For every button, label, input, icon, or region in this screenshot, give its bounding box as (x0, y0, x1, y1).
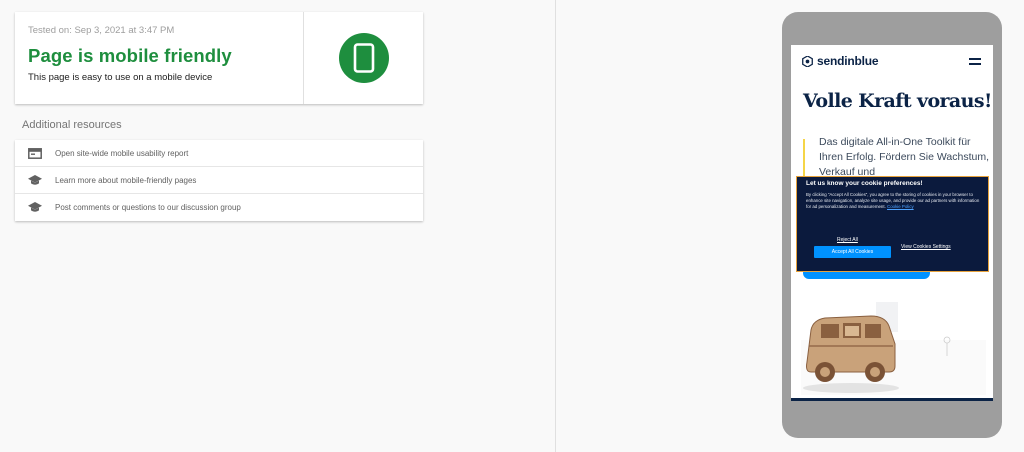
screen-bottom-bar (791, 398, 993, 401)
results-pane: Tested on: Sep 3, 2021 at 3:47 PM Page i… (0, 0, 555, 452)
cookie-banner: Let us know your cookie preferences! By … (796, 176, 989, 272)
additional-resources-heading: Additional resources (22, 119, 122, 131)
site-logo: sendinblue (802, 54, 879, 68)
logo-text: sendinblue (817, 54, 879, 68)
tested-on-timestamp: Tested on: Sep 3, 2021 at 3:47 PM (28, 25, 175, 36)
accept-all-cookies-button[interactable]: Accept All Cookies (814, 246, 891, 258)
result-text: Tested on: Sep 3, 2021 at 3:47 PM Page i… (15, 12, 304, 104)
view-cookie-settings-link[interactable]: View Cookies Settings (901, 244, 951, 250)
resource-item-learn-more[interactable]: Learn more about mobile-friendly pages (15, 167, 423, 194)
report-icon (15, 147, 55, 159)
smartphone-icon (338, 33, 389, 83)
resource-item-label: Post comments or questions to our discus… (55, 203, 241, 212)
hero-accent-line (803, 139, 805, 179)
result-subtitle: This page is easy to use on a mobile dev… (28, 72, 213, 83)
mobile-preview-screen[interactable]: sendinblue Volle Kraft voraus! Das digit… (791, 45, 993, 401)
resource-item-discussion-group[interactable]: Post comments or questions to our discus… (15, 194, 423, 221)
sendinblue-logo-icon (802, 55, 813, 67)
resource-item-usability-report[interactable]: Open site-wide mobile usability report (15, 140, 423, 167)
result-icon-area (304, 12, 423, 104)
hero-title: Volle Kraft voraus! (803, 90, 992, 112)
hero-copy: Das digitale All-in-One Toolkit für Ihre… (819, 136, 990, 178)
school-icon (15, 202, 55, 213)
cookie-banner-title: Let us know your cookie preferences! (806, 180, 923, 187)
resources-list: Open site-wide mobile usability report L… (15, 140, 423, 221)
school-icon (15, 174, 55, 186)
resource-item-label: Learn more about mobile-friendly pages (55, 175, 197, 185)
result-title: Page is mobile friendly (28, 45, 232, 66)
resource-item-label: Open site-wide mobile usability report (55, 148, 189, 158)
result-card: Tested on: Sep 3, 2021 at 3:47 PM Page i… (15, 12, 423, 104)
hamburger-menu-icon[interactable] (969, 58, 981, 68)
pane-divider (555, 0, 556, 452)
wooden-van-illustration (801, 300, 986, 395)
reject-all-link[interactable]: Reject All (837, 237, 858, 243)
mobile-preview-frame: sendinblue Volle Kraft voraus! Das digit… (782, 12, 1002, 438)
cookie-banner-body: By clicking “Accept All Cookies”, you ag… (806, 192, 981, 210)
cookie-policy-link[interactable]: Cookie Policy (887, 204, 914, 209)
